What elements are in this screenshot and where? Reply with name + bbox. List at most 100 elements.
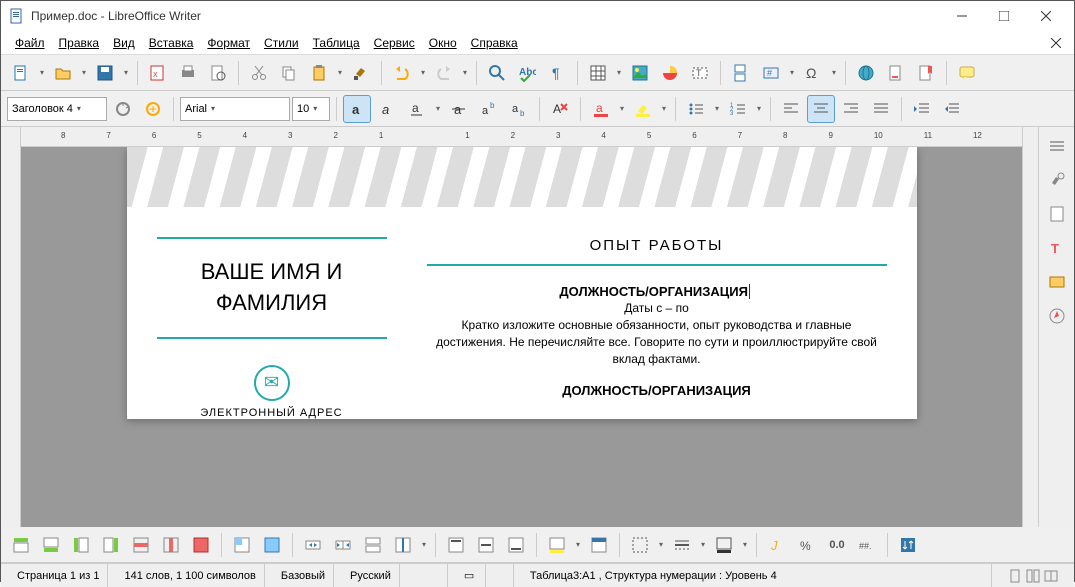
align-right-button[interactable]: [837, 95, 865, 123]
view-book-icon[interactable]: [1044, 569, 1058, 583]
navigator-icon[interactable]: [1044, 303, 1070, 329]
underline-button[interactable]: a: [403, 95, 431, 123]
underline-dropdown[interactable]: ▾: [433, 104, 443, 113]
job1-description[interactable]: Кратко изложите основные обязанности, оп…: [427, 317, 887, 367]
bordercolor-dropdown[interactable]: ▾: [740, 540, 750, 549]
cell-align-bottom-button[interactable]: [502, 531, 530, 559]
document-canvas[interactable]: ВАШЕ ИМЯ И ФАМИЛИЯ ✉ ЭЛЕКТРОННЫЙ АДРЕС О…: [21, 147, 1022, 527]
symbol-dropdown[interactable]: ▾: [829, 68, 839, 77]
experience-heading[interactable]: ОПЫТ РАБОТЫ: [427, 237, 887, 266]
print-button[interactable]: [174, 59, 202, 87]
table-dropdown[interactable]: ▾: [614, 68, 624, 77]
menu-insert[interactable]: Вставка: [143, 34, 200, 52]
field-dropdown[interactable]: ▾: [787, 68, 797, 77]
cut-button[interactable]: [245, 59, 273, 87]
vertical-ruler[interactable]: [1, 127, 21, 527]
paragraph-style-combo[interactable]: Заголовок 4▾: [7, 97, 107, 121]
status-signature[interactable]: [494, 564, 514, 587]
number-format-standard-button[interactable]: ##.: [853, 531, 881, 559]
highlight-button[interactable]: [629, 95, 657, 123]
status-page[interactable]: Страница 1 из 1: [9, 564, 108, 587]
menu-format[interactable]: Формат: [201, 34, 256, 52]
status-language[interactable]: Русский: [342, 564, 400, 587]
delete-table-button[interactable]: [187, 531, 215, 559]
delete-col-button[interactable]: [157, 531, 185, 559]
insert-field-button[interactable]: #: [757, 59, 785, 87]
insert-textbox-button[interactable]: T: [686, 59, 714, 87]
split-cells-button[interactable]: [329, 531, 357, 559]
sidebar-settings-icon[interactable]: [1044, 133, 1070, 159]
menu-window[interactable]: Окно: [423, 34, 463, 52]
menu-table[interactable]: Таблица: [307, 34, 366, 52]
paste-button[interactable]: [305, 59, 333, 87]
sort-button[interactable]: [894, 531, 922, 559]
delete-row-button[interactable]: [127, 531, 155, 559]
optimize-dropdown[interactable]: ▾: [419, 540, 429, 549]
status-insert-mode[interactable]: [408, 564, 448, 587]
highlight-dropdown[interactable]: ▾: [659, 104, 669, 113]
borders-button[interactable]: [626, 531, 654, 559]
insert-col-right-button[interactable]: [97, 531, 125, 559]
print-preview-button[interactable]: [204, 59, 232, 87]
document-page[interactable]: ВАШЕ ИМЯ И ФАМИЛИЯ ✉ ЭЛЕКТРОННЫЙ АДРЕС О…: [127, 147, 917, 419]
insert-comment-button[interactable]: [953, 59, 981, 87]
status-words[interactable]: 141 слов, 1 100 символов: [116, 564, 264, 587]
increase-indent-button[interactable]: [908, 95, 936, 123]
merge-cells-button[interactable]: [299, 531, 327, 559]
status-selection-mode[interactable]: ▭: [456, 564, 486, 587]
insert-bookmark-button[interactable]: [912, 59, 940, 87]
paste-dropdown[interactable]: ▾: [335, 68, 345, 77]
align-left-button[interactable]: [777, 95, 805, 123]
number-dropdown[interactable]: ▾: [754, 104, 764, 113]
insert-table-button[interactable]: [584, 59, 612, 87]
properties-icon[interactable]: [1044, 167, 1070, 193]
formatting-marks-button[interactable]: ¶: [543, 59, 571, 87]
border-color-button[interactable]: [710, 531, 738, 559]
font-size-combo[interactable]: 10▾: [292, 97, 330, 121]
font-color-dropdown[interactable]: ▾: [617, 104, 627, 113]
borders-dropdown[interactable]: ▾: [656, 540, 666, 549]
subscript-button[interactable]: ab: [505, 95, 533, 123]
new-dropdown[interactable]: ▾: [37, 68, 47, 77]
minimize-button[interactable]: [942, 2, 982, 30]
insert-col-left-button[interactable]: [67, 531, 95, 559]
update-style-button[interactable]: [109, 95, 137, 123]
insert-symbol-button[interactable]: Ω: [799, 59, 827, 87]
view-multi-icon[interactable]: [1026, 569, 1040, 583]
job1-title[interactable]: ДОЛЖНОСТЬ/ОРГАНИЗАЦИЯ: [427, 284, 887, 299]
vertical-scrollbar[interactable]: [1022, 127, 1038, 527]
insert-footnote-button[interactable]: [882, 59, 910, 87]
maximize-button[interactable]: [984, 2, 1024, 30]
new-style-button[interactable]: [139, 95, 167, 123]
insert-page-break-button[interactable]: [727, 59, 755, 87]
menu-tools[interactable]: Сервис: [368, 34, 421, 52]
split-table-button[interactable]: [359, 531, 387, 559]
menu-styles[interactable]: Стили: [258, 34, 305, 52]
email-label[interactable]: ЭЛЕКТРОННЫЙ АДРЕС: [157, 407, 387, 419]
cell-align-center-button[interactable]: [472, 531, 500, 559]
horizontal-ruler[interactable]: 87654321123456789101112: [21, 127, 1022, 147]
gallery-icon[interactable]: [1044, 269, 1070, 295]
save-dropdown[interactable]: ▾: [121, 68, 131, 77]
redo-dropdown[interactable]: ▾: [460, 68, 470, 77]
insert-row-above-button[interactable]: [7, 531, 35, 559]
view-single-icon[interactable]: [1008, 569, 1022, 583]
bullet-list-button[interactable]: [682, 95, 710, 123]
spellcheck-button[interactable]: Abc: [513, 59, 541, 87]
border-style-button[interactable]: [668, 531, 696, 559]
number-list-button[interactable]: 123: [724, 95, 752, 123]
bold-button[interactable]: a: [343, 95, 371, 123]
save-button[interactable]: [91, 59, 119, 87]
insert-row-below-button[interactable]: [37, 531, 65, 559]
undo-button[interactable]: [388, 59, 416, 87]
export-pdf-button[interactable]: X: [144, 59, 172, 87]
clear-formatting-button[interactable]: A: [546, 95, 574, 123]
number-format-percent-button[interactable]: %: [793, 531, 821, 559]
close-button[interactable]: [1026, 2, 1066, 30]
find-replace-button[interactable]: [483, 59, 511, 87]
select-cell-button[interactable]: [228, 531, 256, 559]
font-color-button[interactable]: a: [587, 95, 615, 123]
bullet-dropdown[interactable]: ▾: [712, 104, 722, 113]
menu-view[interactable]: Вид: [107, 34, 141, 52]
cell-bgcolor-button[interactable]: [543, 531, 571, 559]
